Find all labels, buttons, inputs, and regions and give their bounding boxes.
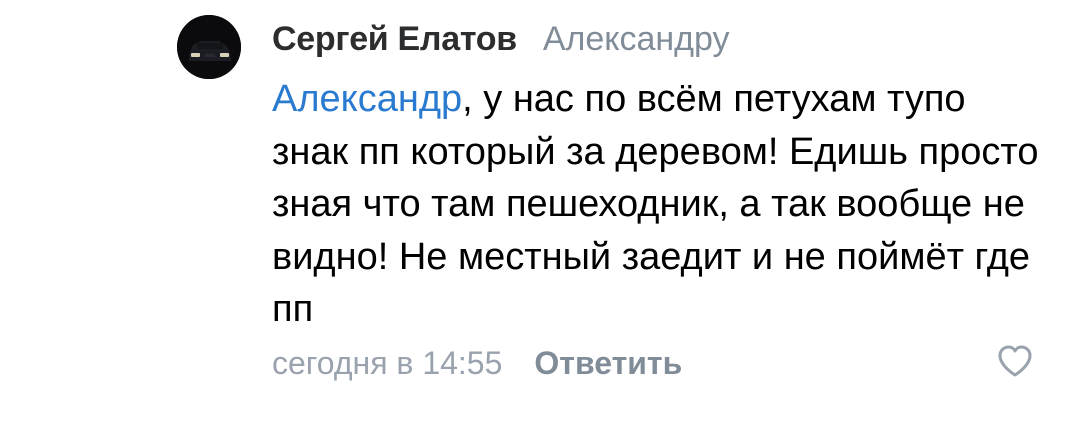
comment-header: Сергей Елатов Александру	[272, 20, 730, 64]
avatar[interactable]	[177, 15, 241, 79]
like-button[interactable]	[995, 341, 1035, 381]
avatar-car-image	[177, 15, 241, 79]
author-name[interactable]: Сергей Елатов	[272, 20, 517, 59]
comment: Сергей Елатов Александру Александр, у на…	[0, 0, 1080, 428]
reply-to-name[interactable]: Александру	[543, 20, 730, 59]
timestamp: сегодня в 14:55	[272, 344, 503, 381]
reply-button[interactable]: Ответить	[534, 345, 682, 382]
comment-text: Александр, у нас по всём петухам тупо зн…	[272, 73, 1052, 336]
mention-link[interactable]: Александр	[272, 78, 462, 120]
heart-outline-icon	[998, 345, 1032, 377]
comment-footer: сегодня в 14:55 Ответить	[272, 343, 682, 383]
